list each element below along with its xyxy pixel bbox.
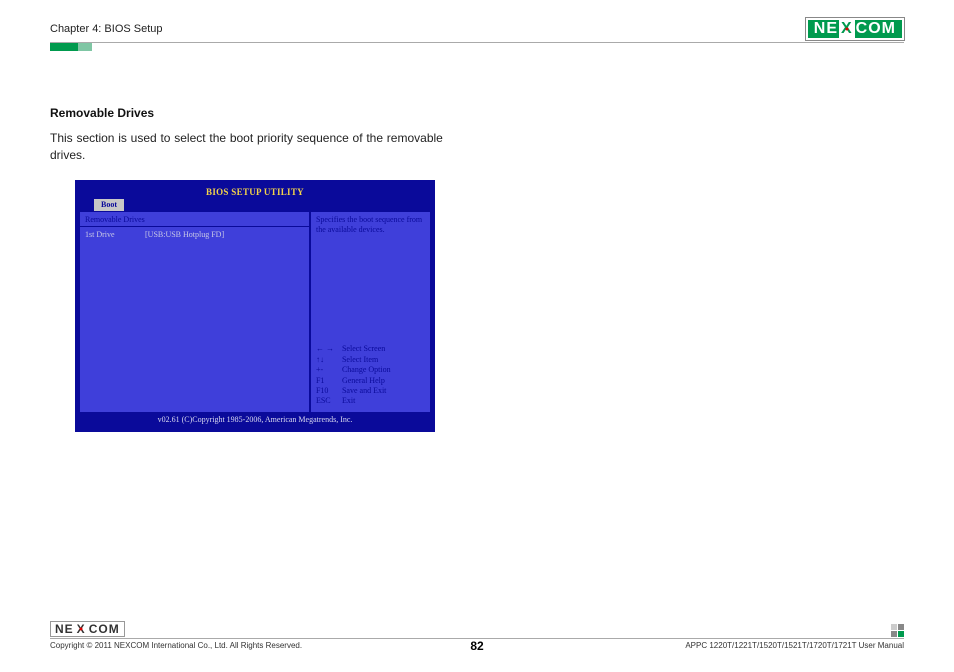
page-number: 82 <box>470 639 483 653</box>
page-footer: NEXCOM Copyright © 2011 NEXCOM Internati… <box>50 621 904 650</box>
bios-item-value: [USB:USB Hotplug FD] <box>145 230 224 239</box>
bios-key-legend: ← →Select Screen ↑↓Select Item +-Change … <box>316 344 425 406</box>
nexcom-logo-footer: NEXCOM <box>50 621 125 637</box>
bios-key-row: F10Save and Exit <box>316 386 425 396</box>
chapter-title: Chapter 4: BIOS Setup <box>50 23 163 35</box>
copyright-text: Copyright © 2011 NEXCOM International Co… <box>50 641 302 650</box>
bios-drive-item: 1st Drive [USB:USB Hotplug FD] <box>80 227 309 242</box>
bios-key-row: ↑↓Select Item <box>316 355 425 365</box>
bios-key-row: +-Change Option <box>316 365 425 375</box>
logo-part-x: X <box>839 20 855 38</box>
logo-part-com: COM <box>856 20 896 38</box>
manual-name: APPC 1220T/1221T/1520T/1521T/1720T/1721T… <box>685 641 904 650</box>
nexcom-logo: NEXCOM <box>806 18 904 40</box>
bios-tab-boot: Boot <box>94 199 124 211</box>
bios-left-panel: Removable Drives 1st Drive [USB:USB Hotp… <box>80 212 311 412</box>
bios-key-row: ← →Select Screen <box>316 344 425 354</box>
bios-utility-title: BIOS SETUP UTILITY <box>80 185 430 199</box>
bios-version-footer: v02.61 (C)Copyright 1985-2006, American … <box>80 412 430 427</box>
section-description: This section is used to select the boot … <box>50 130 443 165</box>
page-header: Chapter 4: BIOS Setup NEXCOM <box>50 18 904 43</box>
bios-panel-heading: Removable Drives <box>80 212 309 227</box>
logo-part-ne: NE <box>814 20 838 38</box>
header-accent-bars <box>50 43 904 51</box>
bios-key-row: F1General Help <box>316 376 425 386</box>
bios-tab-row: Boot <box>80 199 430 211</box>
section-title: Removable Drives <box>50 106 904 120</box>
bios-key-row: ESCExit <box>316 396 425 406</box>
bios-screenshot: BIOS SETUP UTILITY Boot Removable Drives… <box>75 180 435 432</box>
footer-square-icon <box>891 624 904 637</box>
bios-right-panel: Specifies the boot sequence from the ava… <box>311 212 430 412</box>
bios-item-label: 1st Drive <box>85 230 143 239</box>
bios-help-text: Specifies the boot sequence from the ava… <box>316 215 425 235</box>
